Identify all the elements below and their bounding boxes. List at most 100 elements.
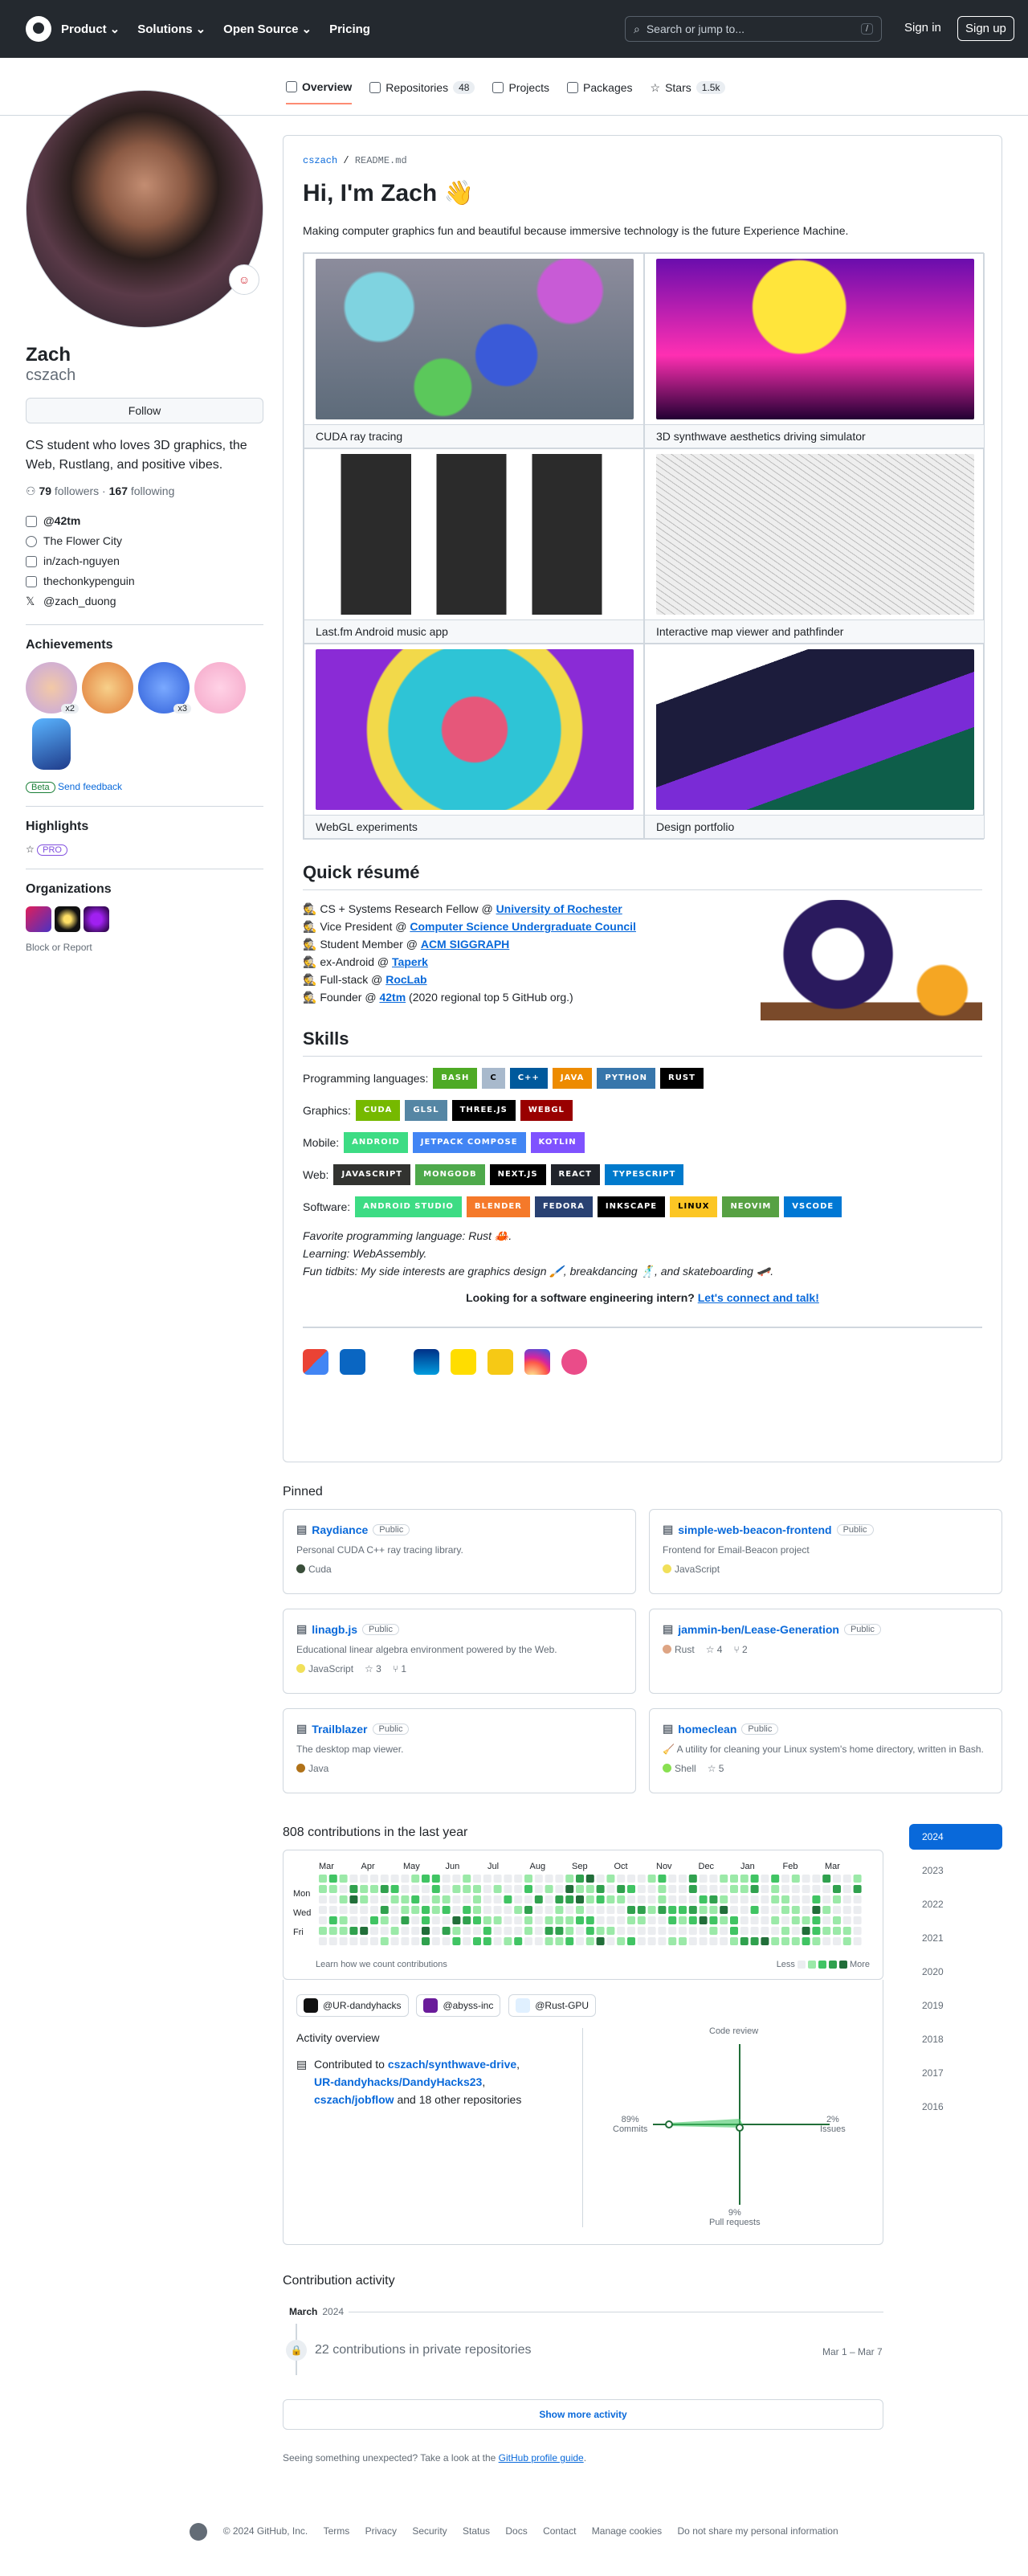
footer-link[interactable]: Contact [543, 2525, 576, 2537]
liberapay-icon[interactable] [487, 1349, 513, 1375]
tab-stars[interactable]: ☆ Stars 1.5k [651, 80, 726, 104]
contribution-day[interactable] [771, 1895, 780, 1903]
resume-link[interactable]: Computer Science Undergraduate Council [410, 920, 636, 933]
contribution-day[interactable] [483, 1885, 492, 1893]
achievement-badge[interactable] [82, 662, 133, 714]
contribution-day[interactable] [401, 1927, 410, 1935]
contribution-day[interactable] [349, 1927, 358, 1935]
contribution-day[interactable] [545, 1875, 553, 1883]
org-avatar[interactable] [84, 906, 109, 932]
contribution-day[interactable] [833, 1927, 841, 1935]
contribution-day[interactable] [647, 1906, 656, 1914]
contribution-day[interactable] [720, 1885, 728, 1893]
contribution-day[interactable] [555, 1906, 564, 1914]
contribution-day[interactable] [720, 1875, 728, 1883]
contribution-day[interactable] [730, 1927, 738, 1935]
footer-link[interactable]: Do not share my personal information [678, 2525, 838, 2537]
contribution-day[interactable] [339, 1937, 348, 1945]
avatar[interactable]: ☺ [26, 90, 263, 328]
contribution-day[interactable] [452, 1895, 461, 1903]
contribution-day[interactable] [668, 1885, 677, 1893]
contribution-day[interactable] [493, 1885, 502, 1893]
contribution-day[interactable] [709, 1916, 718, 1924]
contribution-day[interactable] [720, 1906, 728, 1914]
contribution-day[interactable] [483, 1895, 492, 1903]
contribution-day[interactable] [842, 1937, 851, 1945]
contribution-day[interactable] [504, 1885, 512, 1893]
contribution-day[interactable] [401, 1885, 410, 1893]
send-feedback-link[interactable]: Send feedback [58, 781, 122, 792]
contribution-day[interactable] [596, 1875, 605, 1883]
contribution-day[interactable] [534, 1927, 543, 1935]
contribution-day[interactable] [390, 1937, 399, 1945]
contribution-day[interactable] [493, 1906, 502, 1914]
contribution-day[interactable] [771, 1875, 780, 1883]
contribution-day[interactable] [842, 1906, 851, 1914]
year-link[interactable]: 2020 [909, 1959, 1002, 1985]
instagram-icon[interactable] [524, 1349, 550, 1375]
contribution-day[interactable] [617, 1875, 626, 1883]
contribution-day[interactable] [822, 1895, 831, 1903]
org-chip[interactable]: @abyss-inc [416, 1994, 501, 2017]
contribution-day[interactable] [463, 1916, 471, 1924]
contribution-day[interactable] [688, 1906, 697, 1914]
contribution-day[interactable] [328, 1885, 337, 1893]
contribution-day[interactable] [339, 1916, 348, 1924]
contribution-day[interactable] [411, 1895, 420, 1903]
tab-packages[interactable]: Packages [567, 80, 633, 104]
contribution-day[interactable] [514, 1895, 523, 1903]
contribution-day[interactable] [565, 1916, 574, 1924]
contribution-day[interactable] [545, 1937, 553, 1945]
contribution-day[interactable] [565, 1895, 574, 1903]
contribution-day[interactable] [442, 1885, 451, 1893]
contribution-day[interactable] [761, 1916, 769, 1924]
contribution-day[interactable] [339, 1927, 348, 1935]
resume-link[interactable]: ACM SIGGRAPH [421, 938, 509, 951]
year-link[interactable]: 2016 [909, 2094, 1002, 2120]
contribution-day[interactable] [791, 1895, 800, 1903]
gallery-item[interactable]: Interactive map viewer and pathfinder [644, 448, 985, 644]
github-logo-icon[interactable] [190, 2523, 208, 2541]
contribution-day[interactable] [390, 1895, 399, 1903]
contribution-day[interactable] [585, 1937, 594, 1945]
contribution-day[interactable] [761, 1927, 769, 1935]
contribution-day[interactable] [658, 1927, 667, 1935]
contribution-day[interactable] [349, 1875, 358, 1883]
contribution-day[interactable] [442, 1916, 451, 1924]
tab-projects[interactable]: Projects [492, 80, 549, 104]
contribution-day[interactable] [842, 1895, 851, 1903]
block-report-link[interactable]: Block or Report [26, 942, 263, 953]
contribution-day[interactable] [493, 1895, 502, 1903]
contribution-day[interactable] [422, 1927, 430, 1935]
contribution-day[interactable] [596, 1937, 605, 1945]
contribution-day[interactable] [791, 1885, 800, 1893]
contribution-day[interactable] [483, 1906, 492, 1914]
contribution-day[interactable] [452, 1927, 461, 1935]
contribution-day[interactable] [658, 1875, 667, 1883]
contribution-day[interactable] [709, 1906, 718, 1914]
contribution-day[interactable] [380, 1937, 389, 1945]
contribution-day[interactable] [802, 1937, 810, 1945]
dribbble-icon[interactable] [561, 1349, 587, 1375]
contribution-day[interactable] [647, 1875, 656, 1883]
contribution-day[interactable] [493, 1916, 502, 1924]
contribution-day[interactable] [442, 1906, 451, 1914]
contribution-day[interactable] [339, 1885, 348, 1893]
contribution-day[interactable] [812, 1927, 821, 1935]
contribution-day[interactable] [514, 1906, 523, 1914]
contribution-day[interactable] [812, 1875, 821, 1883]
contribution-day[interactable] [370, 1937, 378, 1945]
contribution-day[interactable] [627, 1895, 635, 1903]
contribution-day[interactable] [606, 1916, 615, 1924]
contribution-day[interactable] [668, 1927, 677, 1935]
contribution-day[interactable] [709, 1895, 718, 1903]
year-link[interactable]: 2024 [909, 1824, 1002, 1850]
contribution-day[interactable] [606, 1937, 615, 1945]
contribution-day[interactable] [534, 1906, 543, 1914]
contribution-day[interactable] [730, 1885, 738, 1893]
contribution-day[interactable] [585, 1916, 594, 1924]
contribution-day[interactable] [401, 1906, 410, 1914]
contribution-day[interactable] [833, 1916, 841, 1924]
contribution-day[interactable] [842, 1927, 851, 1935]
contribution-day[interactable] [627, 1927, 635, 1935]
